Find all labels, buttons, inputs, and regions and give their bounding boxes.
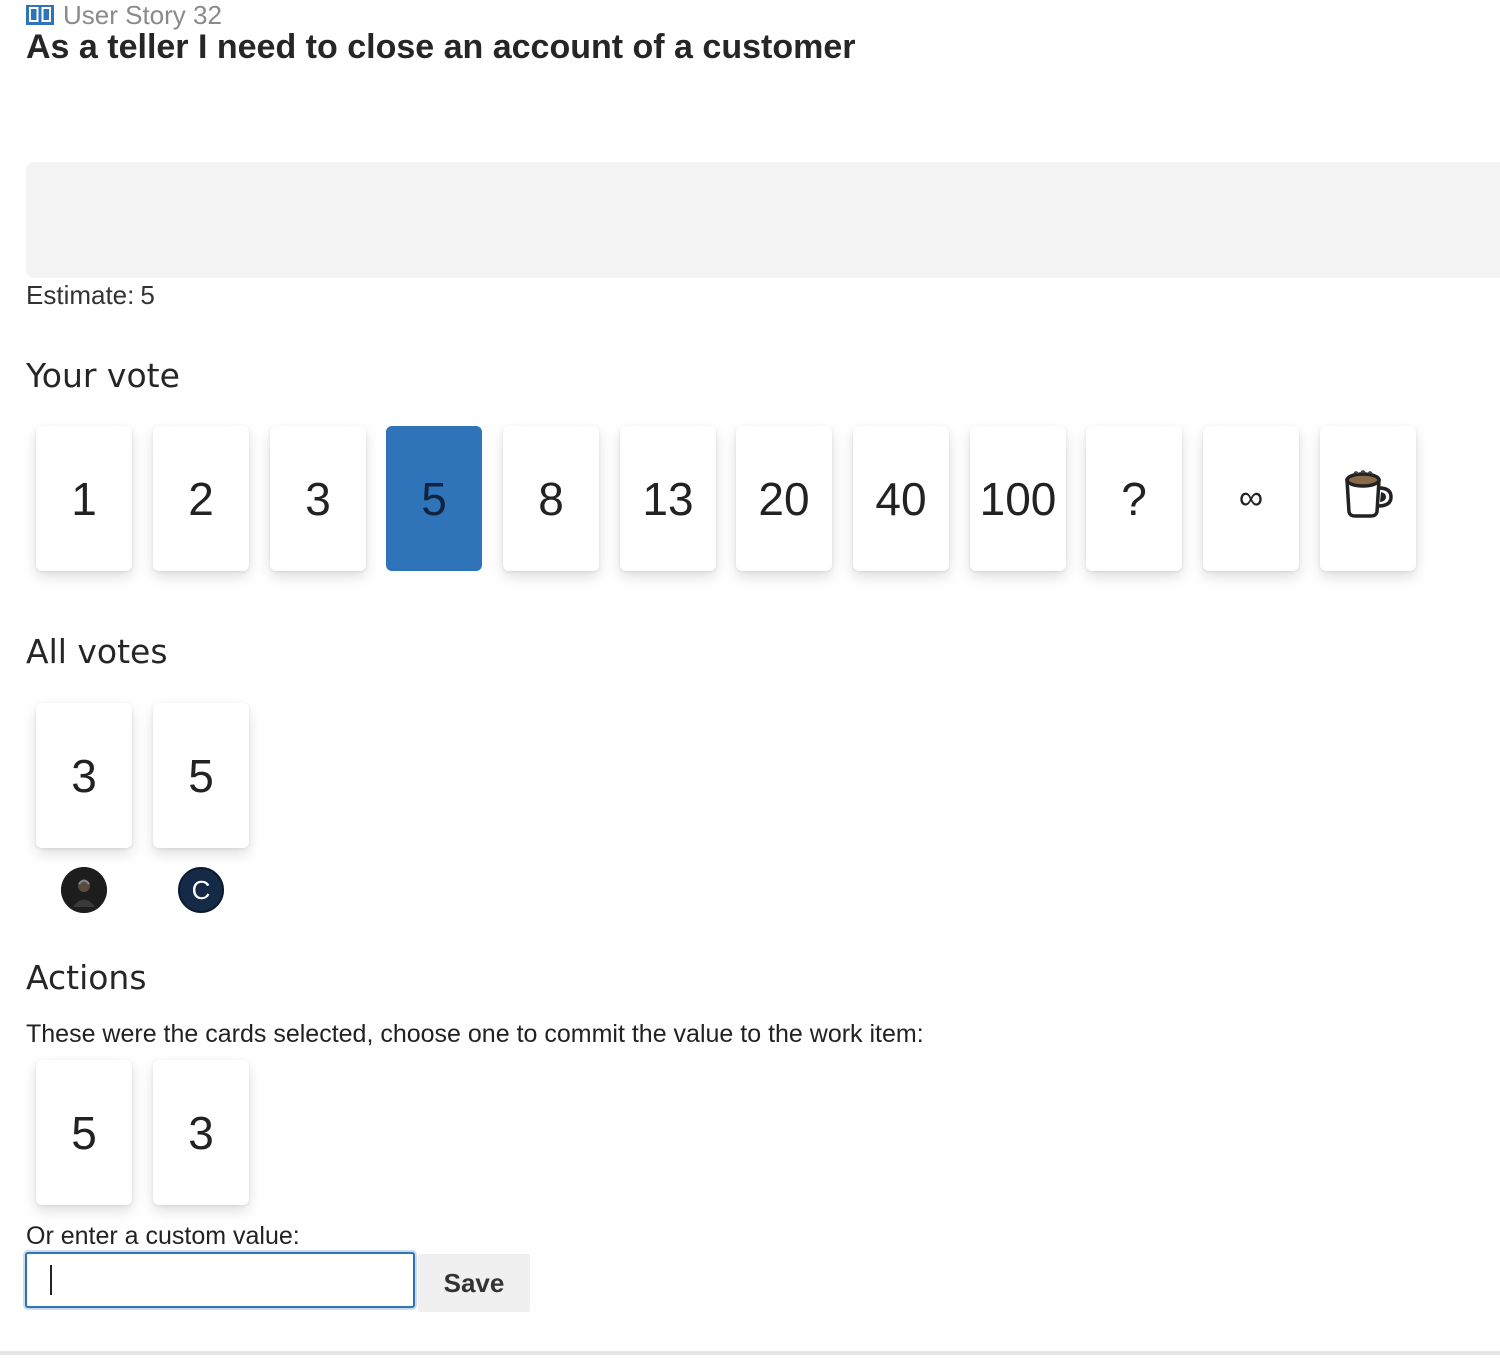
card-value: 2	[188, 472, 214, 525]
estimate-label: Estimate:	[26, 280, 135, 310]
book-icon	[25, 2, 55, 28]
coffee-cup-icon	[1341, 468, 1395, 529]
description-area	[26, 162, 1500, 278]
card-value: 5	[71, 1106, 97, 1159]
custom-value-input[interactable]	[25, 1252, 415, 1308]
card-value: 20	[758, 472, 810, 525]
estimate-value: 5	[140, 280, 155, 310]
card-value: ?	[1121, 472, 1147, 525]
card-value: 5	[188, 749, 214, 802]
vote-result-card: 3	[36, 703, 132, 848]
vote-card-3[interactable]: 3	[270, 426, 366, 571]
card-value: 40	[875, 472, 927, 525]
card-value: 3	[71, 749, 97, 802]
vote-result-card: 5	[153, 703, 249, 848]
workitem-title: As a teller I need to close an account o…	[26, 28, 856, 66]
card-value: 100	[979, 472, 1057, 525]
workitem-type-label: User Story 32	[63, 0, 222, 30]
vote-card-13[interactable]: 13	[620, 426, 716, 571]
all-votes-heading: All votes	[26, 632, 168, 671]
your-vote-heading: Your vote	[26, 356, 180, 395]
card-value: ∞	[1238, 479, 1264, 517]
estimate-readout: Estimate: 5	[26, 280, 155, 311]
commit-card-3[interactable]: 3	[153, 1060, 249, 1205]
bottom-divider	[0, 1351, 1500, 1355]
vote-card-100[interactable]: 100	[970, 426, 1066, 571]
avatar-user-photo	[61, 867, 107, 913]
commit-card-5[interactable]: 5	[36, 1060, 132, 1205]
card-value: 1	[71, 472, 97, 525]
vote-card-8[interactable]: 8	[503, 426, 599, 571]
card-value: 13	[642, 472, 694, 525]
text-caret	[50, 1265, 52, 1295]
vote-card-infinity[interactable]: ∞	[1203, 426, 1299, 571]
card-value: 8	[538, 472, 564, 525]
card-value: 3	[188, 1106, 214, 1159]
vote-card-question[interactable]: ?	[1086, 426, 1182, 571]
actions-description: These were the cards selected, choose on…	[26, 1020, 924, 1048]
actions-heading: Actions	[26, 958, 147, 997]
vote-card-20[interactable]: 20	[736, 426, 832, 571]
save-button[interactable]: Save	[418, 1254, 530, 1312]
workitem-type-link[interactable]: User Story 32	[25, 0, 222, 30]
vote-card-40[interactable]: 40	[853, 426, 949, 571]
vote-card-1[interactable]: 1	[36, 426, 132, 571]
custom-value-label: Or enter a custom value:	[26, 1222, 300, 1250]
vote-card-5-selected[interactable]: 5	[386, 426, 482, 571]
avatar-initial: C	[191, 874, 211, 905]
vote-card-coffee[interactable]	[1320, 426, 1416, 571]
avatar-user-initial: C	[178, 867, 224, 913]
card-value: 5	[421, 472, 447, 525]
vote-card-2[interactable]: 2	[153, 426, 249, 571]
card-value: 3	[305, 472, 331, 525]
estimate-panel: User Story 32 As a teller I need to clos…	[0, 0, 1500, 1371]
